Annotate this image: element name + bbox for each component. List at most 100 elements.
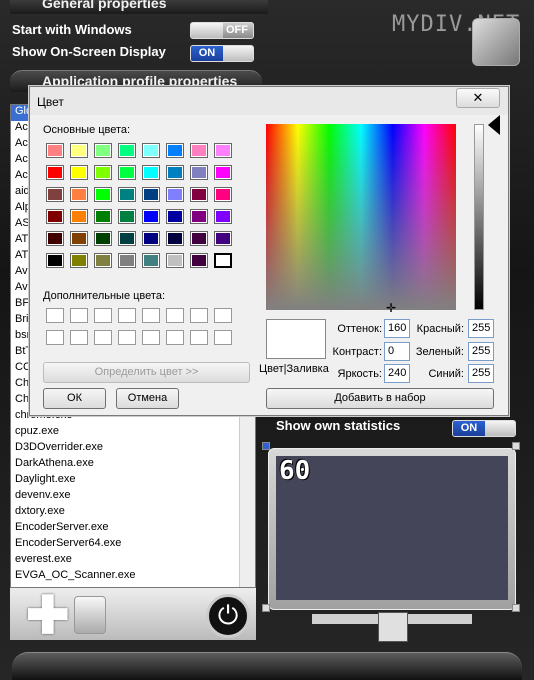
show-osd-toggle[interactable]: ON bbox=[190, 45, 254, 62]
color-swatch[interactable] bbox=[190, 143, 208, 158]
color-swatch[interactable] bbox=[70, 209, 88, 224]
position-handle-bottom-right[interactable] bbox=[512, 604, 520, 612]
color-swatch[interactable] bbox=[94, 209, 112, 224]
color-swatch[interactable] bbox=[118, 231, 136, 246]
list-item[interactable]: EncoderServer64.exe bbox=[11, 537, 255, 553]
color-swatch[interactable] bbox=[70, 253, 88, 268]
color-swatch[interactable] bbox=[166, 143, 184, 158]
define-color-button[interactable]: Определить цвет >> bbox=[43, 362, 250, 383]
color-swatch[interactable] bbox=[166, 253, 184, 268]
color-swatch[interactable] bbox=[70, 231, 88, 246]
color-swatch[interactable] bbox=[94, 187, 112, 202]
color-swatch[interactable] bbox=[190, 187, 208, 202]
custom-color-slot[interactable] bbox=[46, 308, 64, 323]
color-swatch[interactable] bbox=[70, 187, 88, 202]
color-swatch[interactable] bbox=[214, 209, 232, 224]
list-item[interactable]: Daylight.exe bbox=[11, 473, 255, 489]
saturation-field[interactable]: 0 bbox=[384, 342, 410, 361]
color-swatch[interactable] bbox=[46, 231, 64, 246]
show-stats-toggle[interactable]: ON bbox=[452, 420, 516, 437]
custom-color-slot[interactable] bbox=[142, 308, 160, 323]
red-field[interactable]: 255 bbox=[468, 319, 494, 338]
color-swatch[interactable] bbox=[190, 209, 208, 224]
color-swatch[interactable] bbox=[94, 165, 112, 180]
color-swatch[interactable] bbox=[142, 231, 160, 246]
color-swatch[interactable] bbox=[166, 187, 184, 202]
list-item[interactable]: devenv.exe bbox=[11, 489, 255, 505]
luminance-arrow-icon[interactable] bbox=[488, 115, 500, 135]
color-swatch[interactable] bbox=[118, 165, 136, 180]
custom-color-slot[interactable] bbox=[190, 330, 208, 345]
start-with-windows-toggle[interactable]: OFF bbox=[190, 22, 254, 39]
list-item[interactable]: dxtory.exe bbox=[11, 505, 255, 521]
color-swatch[interactable] bbox=[142, 209, 160, 224]
color-swatch[interactable] bbox=[142, 165, 160, 180]
list-item[interactable]: DarkAthena.exe bbox=[11, 457, 255, 473]
luminance-bar[interactable] bbox=[474, 124, 484, 310]
list-item[interactable]: EVGA_OC_Scanner.exe bbox=[11, 569, 255, 585]
hue-field[interactable]: 160 bbox=[384, 319, 410, 338]
position-dpad[interactable] bbox=[378, 612, 408, 642]
color-swatch[interactable] bbox=[190, 253, 208, 268]
color-swatch[interactable] bbox=[190, 231, 208, 246]
color-swatch[interactable] bbox=[94, 253, 112, 268]
color-swatch[interactable] bbox=[214, 165, 232, 180]
custom-color-slot[interactable] bbox=[214, 308, 232, 323]
luminance-field[interactable]: 240 bbox=[384, 364, 410, 383]
custom-color-slot[interactable] bbox=[94, 308, 112, 323]
color-swatch[interactable] bbox=[46, 187, 64, 202]
color-spectrum[interactable] bbox=[266, 124, 456, 310]
color-swatch[interactable] bbox=[166, 209, 184, 224]
color-swatch[interactable] bbox=[214, 143, 232, 158]
position-handle-bottom-left[interactable] bbox=[262, 604, 270, 612]
crosshair-icon[interactable]: ✛ bbox=[386, 301, 396, 315]
cancel-button[interactable]: Отмена bbox=[116, 388, 179, 409]
color-swatch[interactable] bbox=[166, 231, 184, 246]
custom-color-slot[interactable] bbox=[142, 330, 160, 345]
list-item[interactable]: EncoderServer.exe bbox=[11, 521, 255, 537]
color-swatch[interactable] bbox=[94, 143, 112, 158]
add-profile-icon[interactable]: ✚ bbox=[26, 590, 70, 642]
color-swatch[interactable] bbox=[142, 253, 160, 268]
color-swatch[interactable] bbox=[142, 187, 160, 202]
color-swatch[interactable] bbox=[190, 165, 208, 180]
color-swatch[interactable] bbox=[46, 253, 64, 268]
color-swatch[interactable] bbox=[166, 165, 184, 180]
list-item[interactable]: D3DOverrider.exe bbox=[11, 441, 255, 457]
custom-color-slot[interactable] bbox=[190, 308, 208, 323]
color-swatch[interactable] bbox=[214, 231, 232, 246]
blue-field[interactable]: 255 bbox=[468, 364, 494, 383]
color-swatch[interactable] bbox=[94, 231, 112, 246]
color-swatch[interactable] bbox=[118, 209, 136, 224]
list-item[interactable]: cpuz.exe bbox=[11, 425, 255, 441]
custom-color-slot[interactable] bbox=[214, 330, 232, 345]
custom-color-slot[interactable] bbox=[46, 330, 64, 345]
green-field[interactable]: 255 bbox=[468, 342, 494, 361]
custom-color-slot[interactable] bbox=[118, 330, 136, 345]
color-swatch[interactable] bbox=[118, 187, 136, 202]
color-swatch[interactable] bbox=[70, 143, 88, 158]
color-swatch[interactable] bbox=[46, 143, 64, 158]
ok-button[interactable]: ОК bbox=[43, 388, 106, 409]
custom-color-slot[interactable] bbox=[70, 330, 88, 345]
fps-counter[interactable]: 60 bbox=[279, 456, 310, 486]
custom-color-slot[interactable] bbox=[70, 308, 88, 323]
custom-color-slot[interactable] bbox=[166, 308, 184, 323]
color-swatch[interactable] bbox=[70, 165, 88, 180]
color-swatch[interactable] bbox=[46, 209, 64, 224]
close-button[interactable]: ✕ bbox=[456, 88, 500, 108]
color-swatch[interactable] bbox=[214, 253, 232, 268]
add-to-custom-button[interactable]: Добавить в набор bbox=[266, 388, 494, 409]
wrench-icon[interactable] bbox=[472, 18, 520, 66]
position-handle-top-left[interactable] bbox=[262, 442, 270, 450]
power-icon[interactable]: ⏻ bbox=[206, 594, 250, 638]
color-swatch[interactable] bbox=[214, 187, 232, 202]
custom-color-slot[interactable] bbox=[94, 330, 112, 345]
color-swatch[interactable] bbox=[142, 143, 160, 158]
position-handle-top-right[interactable] bbox=[512, 442, 520, 450]
custom-color-slot[interactable] bbox=[166, 330, 184, 345]
custom-color-slot[interactable] bbox=[118, 308, 136, 323]
color-swatch[interactable] bbox=[46, 165, 64, 180]
color-swatch[interactable] bbox=[118, 253, 136, 268]
trash-icon[interactable] bbox=[74, 596, 106, 634]
